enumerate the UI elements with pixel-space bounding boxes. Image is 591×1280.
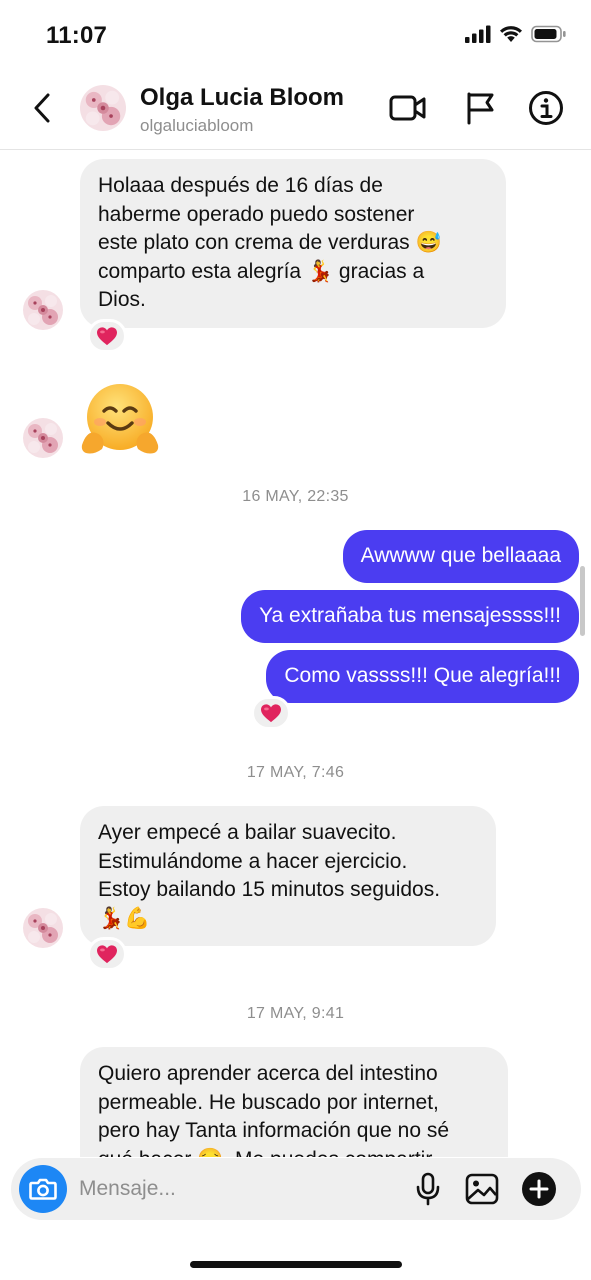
chevron-left-icon xyxy=(34,93,50,123)
contact-avatar-small[interactable] xyxy=(23,418,63,458)
image-icon xyxy=(465,1173,499,1205)
info-icon xyxy=(529,91,563,125)
home-indicator[interactable] xyxy=(190,1261,402,1268)
contact-avatar-small[interactable] xyxy=(23,290,63,330)
video-call-button[interactable] xyxy=(388,88,428,128)
outgoing-message[interactable]: Ya extrañaba tus mensajessss!!! xyxy=(241,590,579,643)
battery-icon xyxy=(531,25,566,43)
hugging-face-emoji[interactable] xyxy=(80,383,160,462)
gallery-button[interactable] xyxy=(462,1169,502,1209)
timestamp: 16 MAY, 22:35 xyxy=(242,488,349,505)
incoming-message[interactable]: Quiero aprender acerca del intestino per… xyxy=(80,1047,508,1157)
contact-handle: olgaluciabloom xyxy=(140,116,254,135)
message-composer xyxy=(11,1158,581,1220)
contact-avatar-small[interactable] xyxy=(23,908,63,948)
heart-icon xyxy=(96,944,118,964)
message-input[interactable] xyxy=(79,1172,379,1206)
back-button[interactable] xyxy=(24,88,60,128)
outgoing-message[interactable]: Como vassss!!! Que alegría!!! xyxy=(266,650,579,703)
cellular-signal-icon xyxy=(465,25,491,43)
microphone-icon xyxy=(416,1172,440,1206)
report-button[interactable] xyxy=(460,88,500,128)
status-time: 11:07 xyxy=(46,22,108,49)
heart-reaction[interactable] xyxy=(87,937,127,971)
heart-reaction[interactable] xyxy=(251,696,291,730)
camera-icon xyxy=(29,1178,57,1200)
incoming-message[interactable]: Ayer empecé a bailar suavecito. Estimulá… xyxy=(80,806,496,946)
plus-circle-icon xyxy=(522,1172,556,1206)
outgoing-message[interactable]: Awwww que bellaaaa xyxy=(342,530,579,583)
status-icons xyxy=(465,25,567,43)
chat-header: Olga Lucia Bloom olgaluciabloom xyxy=(0,70,591,150)
flag-icon xyxy=(467,92,494,125)
timestamp: 17 MAY, 7:46 xyxy=(246,764,345,781)
contact-name[interactable]: Olga Lucia Bloom xyxy=(140,84,344,112)
incoming-message-clip: Quiero aprender acerca del intestino per… xyxy=(80,1047,508,1157)
heart-icon xyxy=(96,326,118,346)
timestamp: 17 MAY, 9:41 xyxy=(246,1005,345,1022)
wifi-icon xyxy=(500,26,522,42)
voice-message-button[interactable] xyxy=(408,1169,448,1209)
video-camera-icon xyxy=(389,95,426,121)
status-bar: 11:07 xyxy=(0,0,591,70)
contact-avatar[interactable] xyxy=(80,85,126,131)
more-options-button[interactable] xyxy=(519,1169,559,1209)
scrollbar-thumb[interactable] xyxy=(580,566,585,636)
heart-icon xyxy=(260,703,282,723)
camera-button[interactable] xyxy=(19,1165,67,1213)
info-button[interactable] xyxy=(526,88,566,128)
incoming-message[interactable]: Holaaa después de 16 días de haberme ope… xyxy=(80,159,506,328)
hugging-face-icon xyxy=(81,384,159,454)
heart-reaction[interactable] xyxy=(87,319,127,353)
message-thread[interactable]: Holaaa después de 16 días de haberme ope… xyxy=(0,151,591,1157)
